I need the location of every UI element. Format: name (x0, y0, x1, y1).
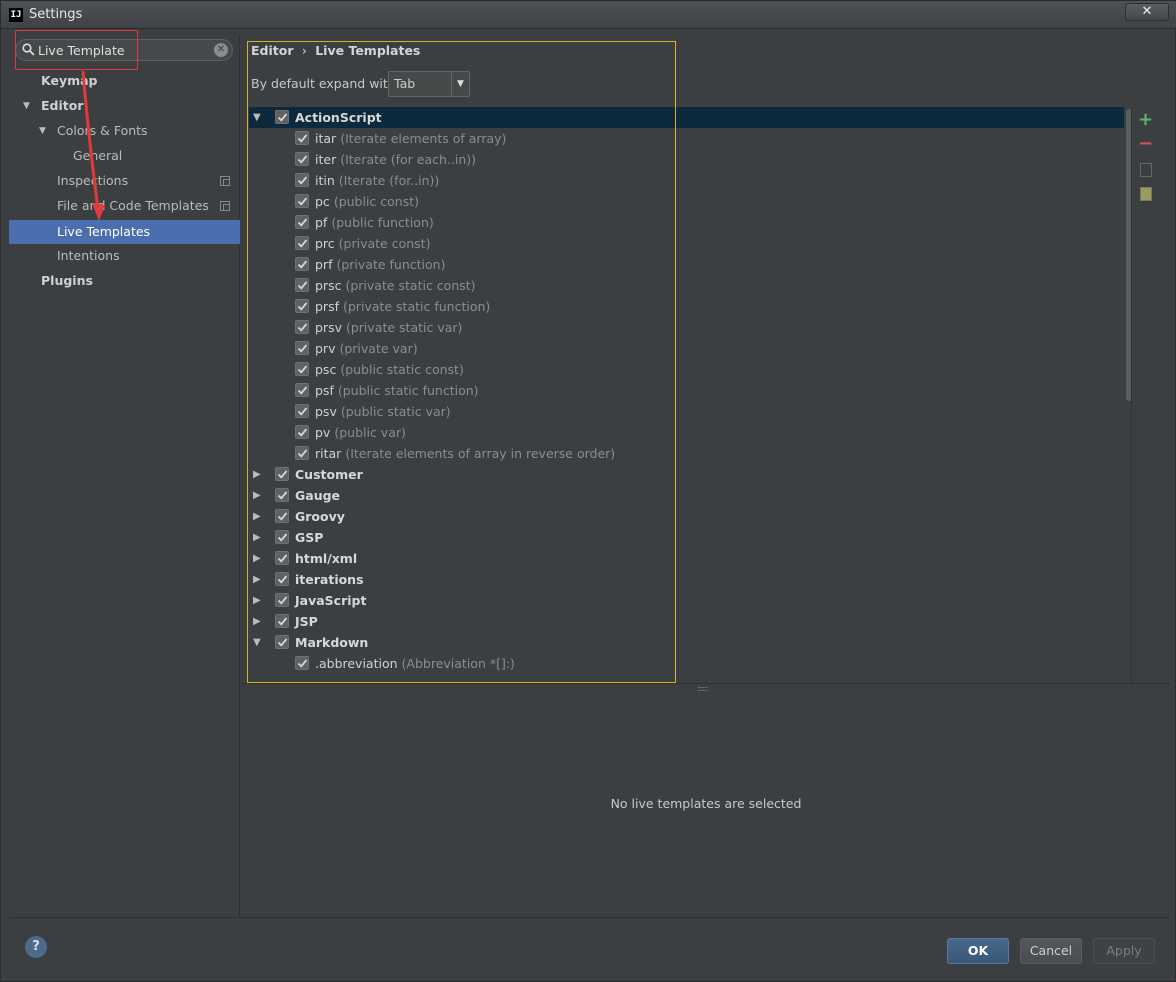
empty-selection-message: No live templates are selected (610, 796, 802, 811)
settings-sidebar: ✕ Keymap ▼ Editor ▼ Colors & Fonts Gener… (9, 35, 240, 917)
cancel-button[interactable]: Cancel (1020, 938, 1082, 964)
expanded-arrow-icon[interactable]: ▼ (23, 94, 33, 118)
help-icon[interactable]: ? (25, 936, 47, 958)
project-settings-icon (220, 201, 230, 211)
sidebar-item-label: Inspections (57, 173, 129, 188)
sidebar-item-keymap[interactable]: Keymap (9, 69, 240, 93)
sidebar-item-colors-fonts[interactable]: ▼ Colors & Fonts (9, 119, 240, 143)
sidebar-item-label: General (73, 148, 123, 163)
clear-search-icon[interactable]: ✕ (214, 43, 228, 57)
ok-button[interactable]: OK (947, 938, 1009, 964)
sidebar-item-label: File and Code Templates (57, 198, 209, 213)
sidebar-item-label: Live Templates (57, 224, 151, 239)
sidebar-item-plugins[interactable]: Plugins (9, 269, 240, 293)
settings-window: IJ Settings ✕ ✕ Keymap ▼ Editor ▼ Colors… (0, 0, 1176, 982)
close-window-button[interactable]: ✕ (1125, 3, 1169, 21)
splitter-grip-icon[interactable]: :::::: (697, 684, 708, 693)
sidebar-item-label: Plugins (41, 273, 93, 288)
annotation-highlight-frame (247, 41, 676, 683)
window-title: Settings (29, 7, 83, 22)
sidebar-item-inspections[interactable]: Inspections (9, 169, 240, 193)
sidebar-item-label: Editor (41, 98, 84, 113)
project-settings-icon (220, 176, 230, 186)
panel-splitter[interactable]: :::::: (241, 683, 1171, 693)
sidebar-item-label: Keymap (41, 73, 98, 88)
sidebar-item-intentions[interactable]: Intentions (9, 244, 240, 268)
sidebar-item-label: Intentions (57, 248, 120, 263)
intellij-app-icon: IJ (9, 8, 23, 22)
add-icon[interactable]: + (1138, 109, 1153, 130)
annotation-search-highlight (15, 30, 138, 70)
sidebar-item-file-code-templates[interactable]: File and Code Templates (9, 194, 240, 218)
sidebar-item-editor[interactable]: ▼ Editor (9, 94, 240, 118)
copy-icon[interactable] (1140, 163, 1152, 177)
apply-button[interactable]: Apply (1093, 938, 1155, 964)
dialog-button-bar: ? OK Cancel Apply (9, 917, 1171, 979)
sidebar-item-general[interactable]: General (9, 144, 240, 168)
sidebar-item-label: Colors & Fonts (57, 123, 148, 138)
change-context-icon[interactable] (1140, 187, 1152, 201)
sidebar-item-live-templates[interactable]: Live Templates (9, 220, 240, 244)
remove-icon[interactable]: − (1138, 133, 1153, 154)
templates-toolbar: + − (1131, 107, 1171, 683)
expanded-arrow-icon[interactable]: ▼ (39, 119, 49, 143)
title-bar: IJ Settings ✕ (1, 1, 1176, 29)
live-templates-panel: Editor › Live Templates By default expan… (241, 35, 1171, 917)
